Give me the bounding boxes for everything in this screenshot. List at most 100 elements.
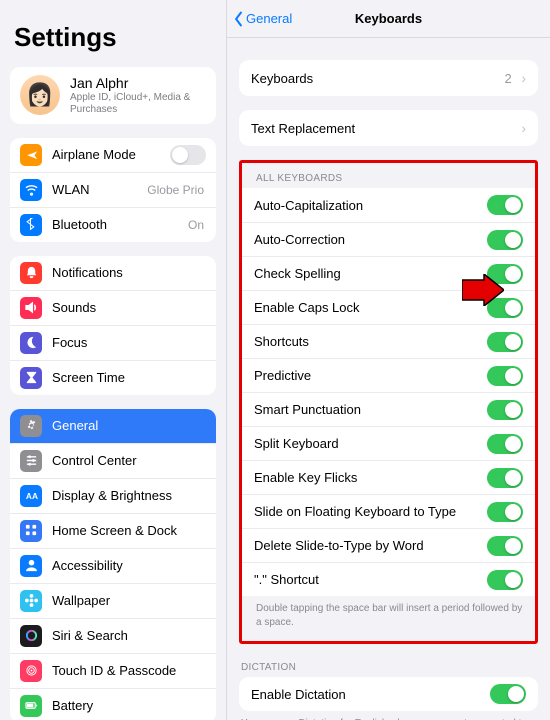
sidebar-item-label: Home Screen & Dock	[52, 523, 206, 538]
toggle-row-shortcuts[interactable]: Shortcuts	[242, 324, 535, 358]
sidebar-item-airplane-mode[interactable]: Airplane Mode	[10, 138, 216, 172]
toggle-switch[interactable]	[487, 264, 523, 284]
toggle-switch[interactable]	[487, 536, 523, 556]
toggle-switch[interactable]	[487, 195, 523, 215]
toggle-row-enable-key-flicks[interactable]: Enable Key Flicks	[242, 460, 535, 494]
enable-dictation-row[interactable]: Enable Dictation	[239, 677, 538, 711]
toggle-label: Auto-Correction	[254, 232, 345, 247]
sidebar-item-battery[interactable]: Battery	[10, 688, 216, 720]
chevron-right-icon: ›	[515, 70, 526, 86]
toggle-row-auto-capitalization[interactable]: Auto-Capitalization	[242, 188, 535, 222]
shortcut-footer: Double tapping the space bar will insert…	[242, 596, 535, 629]
battery-icon	[20, 695, 42, 717]
settings-sidebar: Settings 👩🏻 Jan Alphr Apple ID, iCloud+,…	[0, 0, 227, 720]
sidebar-item-label: Sounds	[52, 300, 206, 315]
toggle-row-smart-punctuation[interactable]: Smart Punctuation	[242, 392, 535, 426]
sidebar-item-general[interactable]: General	[10, 409, 216, 443]
sidebar-item-wlan[interactable]: WLANGlobe Prio	[10, 172, 216, 207]
sidebar-item-label: Bluetooth	[52, 217, 188, 232]
text-replacement-row[interactable]: Text Replacement ›	[239, 110, 538, 146]
sidebar-item-label: Siri & Search	[52, 628, 206, 643]
toggle-label: Enable Caps Lock	[254, 300, 360, 315]
bluetooth-icon	[20, 214, 42, 236]
toggle-label: Auto-Capitalization	[254, 198, 363, 213]
sidebar-item-label: Battery	[52, 698, 206, 713]
gear-icon	[20, 415, 42, 437]
sidebar-item-sounds[interactable]: Sounds	[10, 290, 216, 325]
svg-text:AA: AA	[25, 492, 37, 502]
toggle-label: Check Spelling	[254, 266, 341, 281]
toggle-switch[interactable]	[487, 434, 523, 454]
keyboards-label: Keyboards	[251, 71, 313, 86]
page-title: Settings	[10, 0, 216, 67]
toggle-label: Shortcuts	[254, 334, 309, 349]
keyboards-row[interactable]: Keyboards 2 ›	[239, 60, 538, 96]
sidebar-item-value: Globe Prio	[147, 183, 206, 197]
toggle-switch[interactable]	[487, 400, 523, 420]
detail-header: General Keyboards	[227, 0, 550, 38]
toggle-switch[interactable]	[487, 468, 523, 488]
toggle-label: Smart Punctuation	[254, 402, 361, 417]
keyboards-count: 2	[504, 71, 511, 86]
back-button[interactable]: General	[227, 11, 292, 27]
toggle-label: Enable Key Flicks	[254, 470, 357, 485]
sidebar-group-notifications: Notifications Sounds Focus Screen Time	[10, 256, 216, 395]
sidebar-group-connectivity: Airplane ModeWLANGlobe PrioBluetoothOn	[10, 138, 216, 242]
toggle-row-auto-correction[interactable]: Auto-Correction	[242, 222, 535, 256]
sidebar-item-touch-id-passcode[interactable]: Touch ID & Passcode	[10, 653, 216, 688]
airplane-icon	[20, 144, 42, 166]
sidebar-item-control-center[interactable]: Control Center	[10, 443, 216, 478]
toggle-row-split-keyboard[interactable]: Split Keyboard	[242, 426, 535, 460]
sidebar-item-value: On	[188, 218, 206, 232]
sidebar-item-label: Screen Time	[52, 370, 206, 385]
enable-dictation-toggle[interactable]	[490, 684, 526, 704]
toggle-row-enable-caps-lock[interactable]: Enable Caps Lock	[242, 290, 535, 324]
hourglass-icon	[20, 367, 42, 389]
sidebar-group-system: General Control Center AA Display & Brightn…	[10, 409, 216, 720]
annotation-highlight-box: All Keyboards Auto-CapitalizationAuto-Co…	[239, 160, 538, 644]
toggle-switch[interactable]	[487, 502, 523, 522]
toggle-switch[interactable]	[487, 230, 523, 250]
sidebar-item-screen-time[interactable]: Screen Time	[10, 360, 216, 395]
sidebar-item-notifications[interactable]: Notifications	[10, 256, 216, 290]
wifi-icon	[20, 179, 42, 201]
sidebar-item-home-screen-dock[interactable]: Home Screen & Dock	[10, 513, 216, 548]
sidebar-item-siri-search[interactable]: Siri & Search	[10, 618, 216, 653]
sidebar-item-bluetooth[interactable]: BluetoothOn	[10, 207, 216, 242]
siri-icon	[20, 625, 42, 647]
bell-icon	[20, 262, 42, 284]
toggle-row-shortcut[interactable]: "." Shortcut	[242, 562, 535, 596]
toggle-row-predictive[interactable]: Predictive	[242, 358, 535, 392]
back-label: General	[246, 11, 292, 26]
sidebar-item-wallpaper[interactable]: Wallpaper	[10, 583, 216, 618]
sidebar-item-accessibility[interactable]: Accessibility	[10, 548, 216, 583]
sidebar-item-label: WLAN	[52, 182, 147, 197]
touchid-icon	[20, 660, 42, 682]
sidebar-item-label: Touch ID & Passcode	[52, 663, 206, 678]
dictation-footer: You can use Dictation for English when y…	[227, 711, 550, 720]
toggle-switch[interactable]	[487, 298, 523, 318]
airplane-toggle[interactable]	[170, 145, 206, 165]
toggle-row-delete-slide-to-type-by-word[interactable]: Delete Slide-to-Type by Word	[242, 528, 535, 562]
apple-id-card[interactable]: 👩🏻 Jan Alphr Apple ID, iCloud+, Media & …	[10, 67, 216, 124]
sidebar-item-label: General	[52, 418, 206, 433]
toggle-label: "." Shortcut	[254, 572, 319, 587]
sidebar-item-label: Display & Brightness	[52, 488, 206, 503]
toggle-label: Split Keyboard	[254, 436, 339, 451]
toggle-switch[interactable]	[487, 366, 523, 386]
speaker-icon	[20, 297, 42, 319]
grid-icon	[20, 520, 42, 542]
sidebar-item-label: Airplane Mode	[52, 147, 170, 162]
moon-icon	[20, 332, 42, 354]
avatar: 👩🏻	[20, 75, 60, 115]
chevron-right-icon: ›	[515, 120, 526, 136]
sidebar-item-display-brightness[interactable]: AA Display & Brightness	[10, 478, 216, 513]
toggle-row-check-spelling[interactable]: Check Spelling	[242, 256, 535, 290]
dictation-header: Dictation	[227, 644, 550, 677]
toggle-switch[interactable]	[487, 570, 523, 590]
sidebar-item-focus[interactable]: Focus	[10, 325, 216, 360]
toggle-switch[interactable]	[487, 332, 523, 352]
profile-sub: Apple ID, iCloud+, Media & Purchases	[70, 92, 206, 116]
toggle-label: Delete Slide-to-Type by Word	[254, 538, 424, 553]
toggle-row-slide-on-floating-keyboard-to-type[interactable]: Slide on Floating Keyboard to Type	[242, 494, 535, 528]
